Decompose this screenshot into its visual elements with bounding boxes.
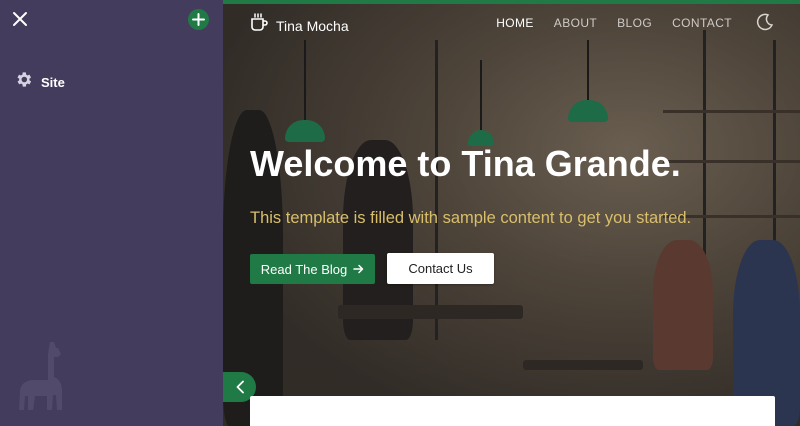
sidebar: Site [0,0,223,426]
top-nav: Tina Mocha HOME ABOUT BLOG CONTACT [223,0,800,46]
background-table [338,305,523,319]
read-blog-button[interactable]: Read The Blog [250,254,375,284]
nav-item-blog[interactable]: BLOG [617,16,652,30]
nav-item-contact[interactable]: CONTACT [672,16,732,30]
add-button[interactable] [188,9,209,30]
chevron-left-icon [236,380,244,394]
background-shelf [663,110,800,113]
contact-us-button[interactable]: Contact Us [387,253,494,284]
hero-subtitle: This template is filled with sample cont… [250,209,692,227]
read-blog-button-label: Read The Blog [260,261,348,277]
nav-item-about[interactable]: ABOUT [554,16,597,30]
pendant-lamp [568,40,608,122]
content-card [250,396,775,426]
contact-us-button-label: Contact Us [408,261,473,276]
background-pole [435,40,438,340]
close-icon[interactable] [10,9,30,29]
arrow-right-icon [353,262,364,277]
pendant-lamp [285,40,325,142]
plus-icon [192,13,205,26]
brand[interactable]: Tina Mocha [250,13,349,38]
moon-icon[interactable] [756,13,774,31]
background-shelf [663,160,800,163]
sidebar-item-label: Site [41,74,65,90]
pendant-lamp [468,60,494,146]
background-person [653,240,713,370]
coffee-cup-icon [250,13,268,38]
background-table [523,360,643,370]
hero-section: Tina Mocha HOME ABOUT BLOG CONTACT Welco… [223,0,800,426]
gear-icon [14,70,33,94]
nav-menu: HOME ABOUT BLOG CONTACT [496,16,732,30]
nav-item-home[interactable]: HOME [496,16,534,30]
hero-title: Welcome to Tina Grande. [250,143,681,184]
sidebar-item-site[interactable]: Site [14,70,65,94]
llama-icon [14,340,70,412]
brand-name: Tina Mocha [276,17,349,34]
